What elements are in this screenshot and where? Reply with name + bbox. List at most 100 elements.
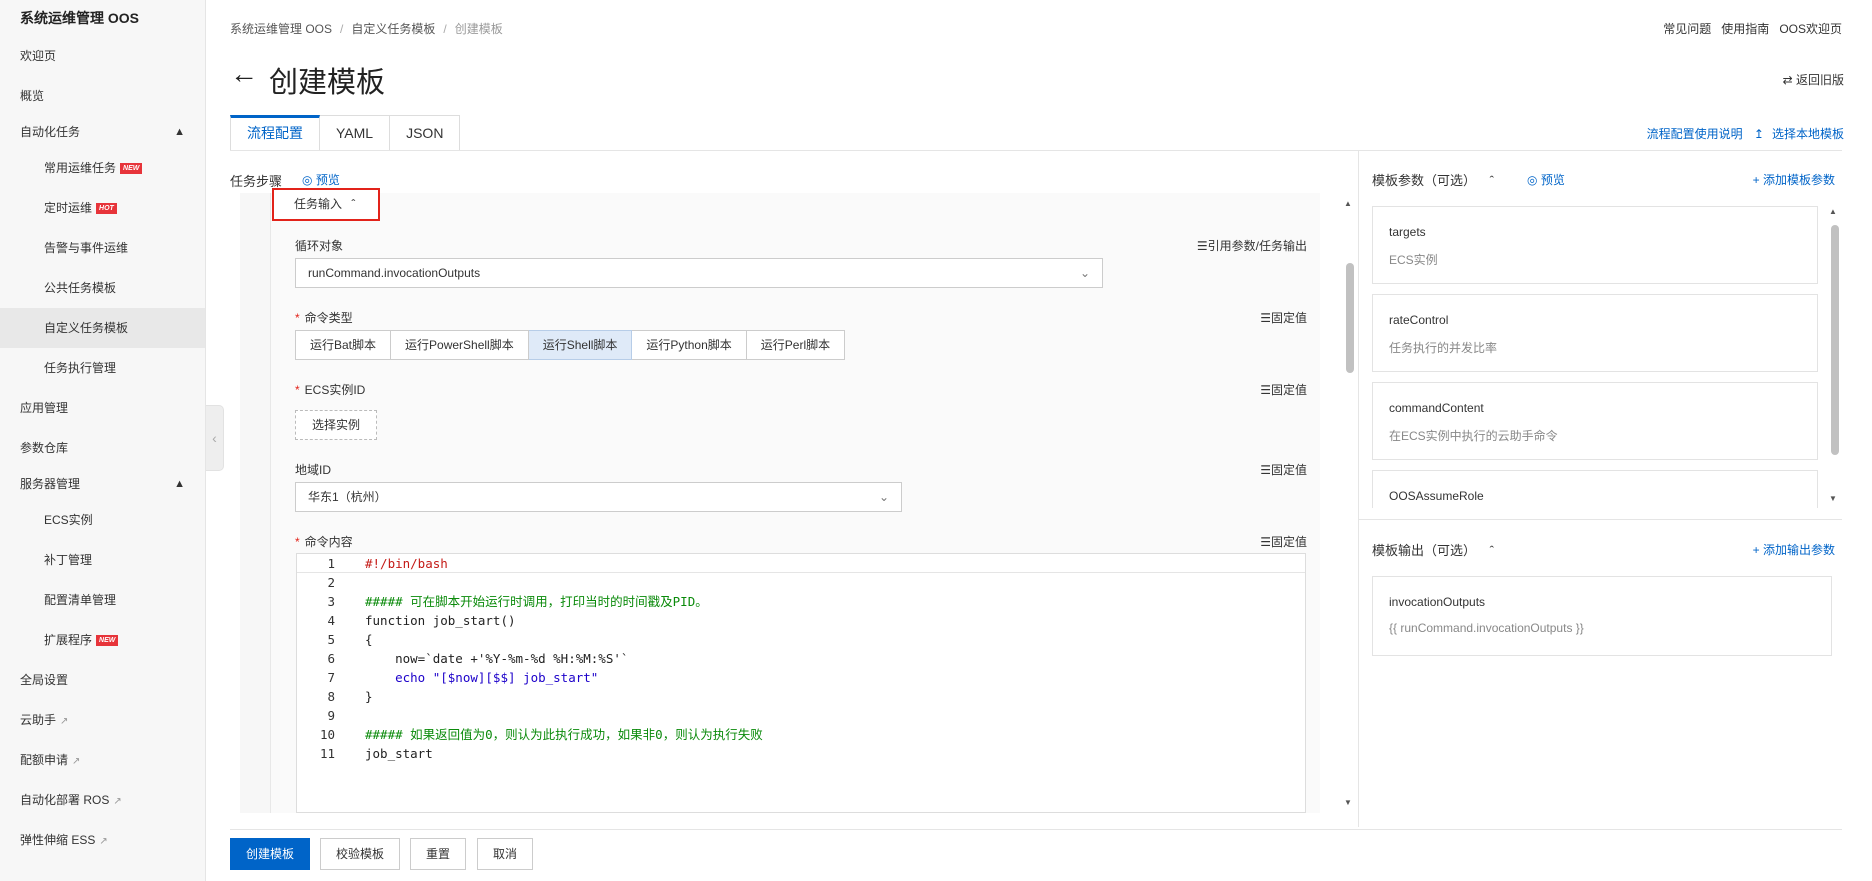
scroll-down-icon[interactable]: ▼ [1344,798,1352,807]
sidebar-item-ess[interactable]: 弹性伸缩 ESS ↗ [0,821,205,859]
old-version-link[interactable]: ⇄ 返回旧版 [1783,71,1844,88]
tab-flow-config[interactable]: 流程配置 [230,115,320,151]
required-mark: * [295,535,300,549]
create-template-button[interactable]: 创建模板 [230,838,311,870]
code-line: 10 ##### 如果返回值为0，则认为此执行成功，如果非0，则认为执行失败 [297,725,1305,744]
region-value: 华东1（杭州） [308,490,387,504]
tab-json[interactable]: JSON [390,115,461,151]
tab-yaml[interactable]: YAML [320,115,391,151]
sidebar-group-automation[interactable]: 自动化任务 ▲ [0,113,205,151]
params-preview-link[interactable]: ◎ 预览 [1527,171,1565,188]
cmd-type-python[interactable]: 运行Python脚本 [632,330,747,360]
scroll-up-icon[interactable]: ▲ [1344,199,1352,208]
param-card[interactable]: commandContent 在ECS实例中执行的云助手命令 [1372,382,1818,460]
back-arrow-icon[interactable]: ← [230,58,258,90]
code-line: 7 echo "[$now][$$] job_start" [297,668,1305,687]
sidebar-item-global-settings[interactable]: 全局设置 [0,661,205,699]
editor-scrollbar[interactable]: ▲ ▼ [1343,193,1355,813]
fixed-value-link[interactable]: ☰固定值 [1260,533,1307,550]
panel-divider [1358,151,1359,827]
required-mark: * [295,311,300,325]
reset-button[interactable]: 重置 [410,838,467,870]
fixed-value-link[interactable]: ☰固定值 [1260,381,1307,398]
sidebar-item-patch[interactable]: 补丁管理 [0,541,205,579]
breadcrumb-separator: / [340,22,344,36]
add-output-label: 添加输出参数 [1762,543,1835,557]
sidebar-item-public-templates[interactable]: 公共任务模板 [0,269,205,307]
sidebar-item-param-store[interactable]: 参数仓库 [0,429,205,467]
external-link-icon: ↗ [60,716,69,727]
sidebar-item-scheduled[interactable]: 定时运维 HOT [0,189,205,227]
loop-target-select[interactable]: runCommand.invocationOutputs ⌄ [295,258,1103,288]
sidebar: 系统运维管理 OOS 欢迎页 概览 自动化任务 ▲ 常用运维任务 NEW 定时运维 H… [0,0,206,881]
new-badge: NEW [96,635,119,647]
fixed-value-link[interactable]: ☰固定值 [1260,461,1307,478]
param-card[interactable]: targets ECS实例 [1372,206,1818,284]
cmd-type-bat[interactable]: 运行Bat脚本 [295,330,392,360]
loop-target-value: runCommand.invocationOutputs [308,266,481,280]
code-text: ##### 可在脚本开始运行时调用，打印当时的时间戳及PID。 [365,594,708,609]
tab-links: 流程配置使用说明 ↥ 选择本地模板 [1639,125,1844,142]
reference-param-link[interactable]: ☰引用参数/任务输出 [1197,237,1307,254]
cmd-type-powershell[interactable]: 运行PowerShell脚本 [391,330,529,360]
scrollbar-thumb[interactable] [1831,225,1839,455]
steps-preview-link[interactable]: ◎ 预览 [302,171,340,188]
code-editor[interactable]: 1 #!/bin/bash 2 3 ##### 可在脚本开始运行时调用，打印当时的时… [296,553,1306,813]
breadcrumb-item[interactable]: 系统运维管理 OOS [230,22,332,36]
breadcrumb-item[interactable]: 自定义任务模板 [351,22,435,36]
select-local-template-link[interactable]: 选择本地模板 [1772,127,1844,141]
output-card[interactable]: invocationOutputs {{ runCommand.invocatio… [1372,576,1832,656]
sidebar-item-label: 自定义任务模板 [44,321,129,335]
sidebar-item-alarm-ops[interactable]: 告警与事件运维 [0,229,205,267]
preview-label: 预览 [315,173,340,187]
welcome-link[interactable]: OOS欢迎页 [1779,22,1842,36]
sidebar-item-executions[interactable]: 任务执行管理 [0,349,205,387]
flow-config-help-link[interactable]: 流程配置使用说明 [1647,127,1743,141]
code-line: 2 [297,573,1305,592]
sidebar-item-cloud-assistant[interactable]: 云助手 ↗ [0,701,205,739]
guide-link[interactable]: 使用指南 [1721,22,1769,36]
cmd-type-perl[interactable]: 运行Perl脚本 [746,330,846,360]
sidebar-collapse-handle[interactable]: ‹ [206,405,224,471]
param-card[interactable]: rateControl 任务执行的并发比率 [1372,294,1818,372]
select-instance-button[interactable]: 选择实例 [295,410,377,440]
sidebar-item-extensions[interactable]: 扩展程序 NEW [0,621,205,659]
scroll-up-icon[interactable]: ▲ [1829,207,1837,216]
sidebar-item-ecs[interactable]: ECS实例 [0,501,205,539]
scroll-down-icon[interactable]: ▼ [1829,494,1837,503]
template-params-header[interactable]: 模板参数（可选） ˆ [1372,170,1494,189]
code-text: ##### 如果返回值为0，则认为此执行成功，如果非0，则认为执行失败 [365,727,763,742]
command-type-group: 运行Bat脚本 运行PowerShell脚本 运行Shell脚本 运行Pytho… [295,330,846,360]
sidebar-item-app-mgmt[interactable]: 应用管理 [0,389,205,427]
list-icon: ☰ [1196,239,1208,253]
sidebar-item-custom-templates[interactable]: 自定义任务模板 [0,308,205,348]
code-line: 11 job_start [297,744,1305,763]
validate-template-button[interactable]: 校验模板 [320,838,401,870]
sidebar-item-common-tasks[interactable]: 常用运维任务 NEW [0,149,205,187]
plus-icon: + [1752,173,1763,187]
chevron-down-icon: ⌄ [878,490,889,504]
sidebar-group-server-mgmt[interactable]: 服务器管理 ▲ [0,465,205,503]
sidebar-item-label: 配置清单管理 [44,593,117,607]
add-output-param-link[interactable]: + 添加输出参数 [1753,541,1835,558]
code-text: echo "[$now][$$] job_start" [365,670,599,685]
sidebar-item-overview[interactable]: 概览 [0,77,205,115]
sidebar-item-inventory[interactable]: 配置清单管理 [0,581,205,619]
sidebar-item-welcome[interactable]: 欢迎页 [0,37,205,75]
faq-link[interactable]: 常见问题 [1663,22,1711,36]
param-card[interactable]: OOSAssumeRole [1372,470,1818,508]
cancel-button[interactable]: 取消 [477,838,534,870]
add-template-param-link[interactable]: + 添加模板参数 [1753,171,1835,188]
cmd-type-shell[interactable]: 运行Shell脚本 [528,330,633,360]
region-select[interactable]: 华东1（杭州） ⌄ [295,482,902,512]
fixed-value-link[interactable]: ☰固定值 [1260,309,1307,326]
code-line: 9 [297,706,1305,725]
sidebar-item-label: ECS实例 [44,513,93,527]
params-scrollbar[interactable]: ▲ ▼ [1828,205,1842,505]
scrollbar-thumb[interactable] [1346,263,1354,373]
sidebar-item-label: 补丁管理 [44,553,93,567]
sidebar-item-ros[interactable]: 自动化部署 ROS ↗ [0,781,205,819]
task-input-toggle[interactable]: 任务输入 ˆ [272,188,380,221]
template-outputs-header[interactable]: 模板输出（可选） ˆ [1372,540,1494,559]
sidebar-item-quota[interactable]: 配额申请 ↗ [0,741,205,779]
